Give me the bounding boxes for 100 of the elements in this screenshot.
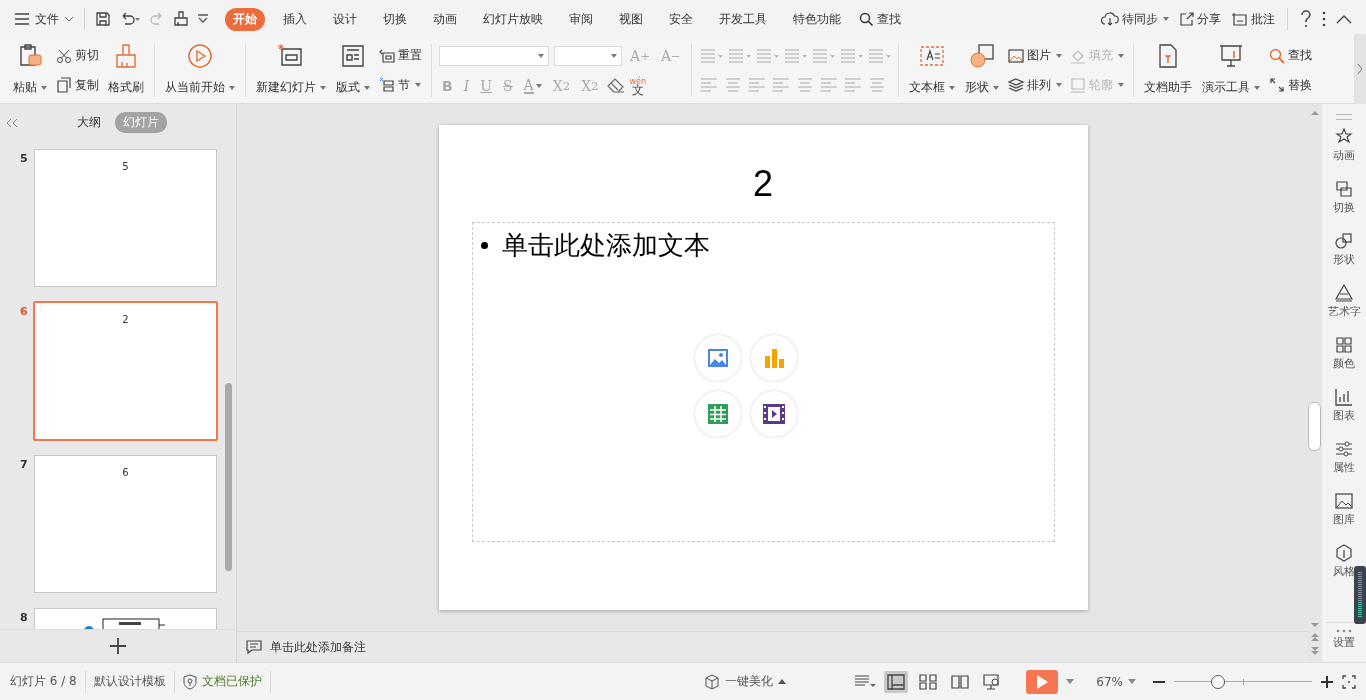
collapse-panel-icon[interactable] xyxy=(6,118,18,128)
file-menu[interactable]: 文件 xyxy=(14,10,74,28)
document-protection-button[interactable]: 文档已保护 xyxy=(182,673,262,690)
insert-picture-button[interactable] xyxy=(695,335,741,381)
sidebar-item[interactable]: 切换 xyxy=(1333,180,1355,232)
increase-indent-icon[interactable] xyxy=(782,47,807,64)
menu-tab[interactable]: 切换 xyxy=(375,7,415,31)
menu-tab[interactable]: 审阅 xyxy=(561,7,601,31)
menu-tab[interactable]: 插入 xyxy=(275,7,315,31)
play-from-current-button[interactable]: 从当前开始 xyxy=(162,41,238,100)
sidebar-item[interactable]: 艺术字 xyxy=(1327,284,1361,336)
slide-thumbnail[interactable]: 6 xyxy=(34,455,217,593)
layout-button[interactable]: 版式 xyxy=(333,41,373,100)
eraser-icon[interactable] xyxy=(606,77,625,94)
copy-button[interactable]: 复制 xyxy=(54,75,101,95)
align-right-icon[interactable] xyxy=(746,77,767,94)
format-painter-button[interactable]: 格式刷 xyxy=(105,41,147,100)
font-name-field[interactable] xyxy=(439,46,549,67)
presentation-tools-button[interactable]: 演示工具 xyxy=(1198,41,1263,100)
save-icon[interactable] xyxy=(95,11,111,27)
comment-button[interactable]: 批注 xyxy=(1231,10,1275,28)
menu-tab[interactable]: 开发工具 xyxy=(711,7,775,31)
insert-chart-button[interactable] xyxy=(751,335,797,381)
play-options-caret-icon[interactable] xyxy=(1066,679,1075,684)
add-slide-icon[interactable] xyxy=(109,637,127,655)
slide-thumbnail[interactable]: 2 xyxy=(33,301,218,441)
zoom-in-icon[interactable] xyxy=(1320,674,1334,689)
paste-button[interactable]: 粘贴 xyxy=(10,41,50,100)
customize-caret-icon[interactable] xyxy=(197,14,209,24)
text-box-button[interactable]: 文本框 xyxy=(905,41,958,100)
new-slide-button[interactable]: 新建幻灯片 xyxy=(253,41,329,100)
menu-tab[interactable]: 特色功能 xyxy=(785,7,849,31)
replace-button[interactable]: 替换 xyxy=(1266,75,1314,95)
cut-button[interactable]: 剪切 xyxy=(54,46,101,66)
play-slideshow-button[interactable] xyxy=(1026,669,1059,694)
section-icon xyxy=(379,77,395,94)
justify-icon[interactable] xyxy=(770,77,791,94)
decrease-indent-icon[interactable] xyxy=(754,47,779,64)
zoom-slider-thumb[interactable] xyxy=(1211,674,1226,689)
previous-slide-icon[interactable] xyxy=(1310,632,1319,642)
align-text-icon[interactable] xyxy=(838,47,863,64)
menu-tab[interactable]: 动画 xyxy=(425,7,465,31)
find-button[interactable]: 查找 xyxy=(1266,46,1314,66)
beautify-button[interactable]: 一键美化 xyxy=(704,673,787,690)
panel-tab[interactable]: 大纲 xyxy=(69,111,109,133)
insert-table-button[interactable] xyxy=(695,391,741,437)
search-button[interactable]: 查找 xyxy=(859,10,901,28)
document-assistant-button[interactable]: 文档助手 xyxy=(1140,41,1195,100)
section-button[interactable]: 节 xyxy=(377,75,424,95)
slide-title[interactable]: 2 xyxy=(753,163,773,205)
numbering-icon[interactable] xyxy=(726,47,751,64)
menu-tab[interactable]: 设计 xyxy=(325,7,365,31)
menu-tab[interactable]: 幻灯片放映 xyxy=(475,7,551,31)
text-box-icon xyxy=(918,43,945,69)
sidebar-item[interactable]: 颜色 xyxy=(1333,336,1355,388)
picture-button[interactable]: 图片 xyxy=(1005,46,1064,66)
template-name[interactable]: 默认设计模板 xyxy=(93,673,166,690)
zoom-out-icon[interactable] xyxy=(1152,679,1166,684)
zoom-level-dropdown[interactable]: 67% xyxy=(1096,674,1136,689)
insert-video-button[interactable] xyxy=(751,391,797,437)
shape-button[interactable]: 形状 xyxy=(961,41,1002,100)
help-icon[interactable] xyxy=(1300,10,1312,28)
phonetic-guide-button[interactable]: wén 文 xyxy=(629,76,647,95)
normal-view-button[interactable] xyxy=(884,670,909,693)
scrollbar-thumb[interactable] xyxy=(1308,402,1321,451)
gallery-icon xyxy=(1335,492,1353,510)
bullets-icon[interactable] xyxy=(698,47,723,64)
slide-counter: 幻灯片 6 / 8 xyxy=(10,673,77,690)
sidebar-item[interactable]: 形状 xyxy=(1333,232,1355,284)
paragraph-spacing-icon[interactable] xyxy=(842,77,863,94)
collapse-ribbon-icon[interactable] xyxy=(1336,14,1352,24)
text-column-icon[interactable] xyxy=(866,47,891,64)
slide-number: 7 xyxy=(20,458,28,471)
next-slide-icon[interactable] xyxy=(1310,646,1319,656)
reset-button[interactable]: 重置 xyxy=(377,46,424,66)
sidebar-item[interactable]: 动画 xyxy=(1333,128,1355,180)
sidebar-item[interactable]: 属性 xyxy=(1333,440,1355,492)
sidebar-item[interactable]: 图库 xyxy=(1333,492,1355,544)
sidebar-item[interactable]: 风格 xyxy=(1333,544,1355,596)
align-left-icon[interactable] xyxy=(698,77,719,94)
share-button[interactable]: 分享 xyxy=(1179,10,1221,28)
line-spacing-icon[interactable] xyxy=(818,77,839,94)
slide-thumbnail[interactable]: 5 xyxy=(34,149,217,287)
arrange-button[interactable]: 排列 xyxy=(1005,75,1064,95)
caret-icon xyxy=(1128,679,1136,684)
fit-window-icon[interactable] xyxy=(1342,674,1356,689)
text-direction-icon[interactable] xyxy=(810,47,835,64)
scroll-down-icon[interactable] xyxy=(1310,622,1319,628)
menu-tab[interactable]: 视图 xyxy=(611,7,651,31)
sidebar-item[interactable]: 图表 xyxy=(1333,388,1355,440)
scroll-up-icon[interactable] xyxy=(1310,110,1319,116)
thumbnail-title: 6 xyxy=(122,467,129,478)
font-size-field[interactable] xyxy=(554,46,622,67)
menu-tab[interactable]: 安全 xyxy=(661,7,701,31)
content-placeholder[interactable]: 单击此处添加文本 xyxy=(471,222,1055,542)
more-icon[interactable] xyxy=(1322,11,1326,27)
print-icon[interactable] xyxy=(173,11,189,27)
notes-toggle-icon[interactable] xyxy=(854,674,877,689)
scrollbar-thumb[interactable] xyxy=(225,383,232,571)
sync-button[interactable]: 待同步 xyxy=(1101,10,1169,28)
